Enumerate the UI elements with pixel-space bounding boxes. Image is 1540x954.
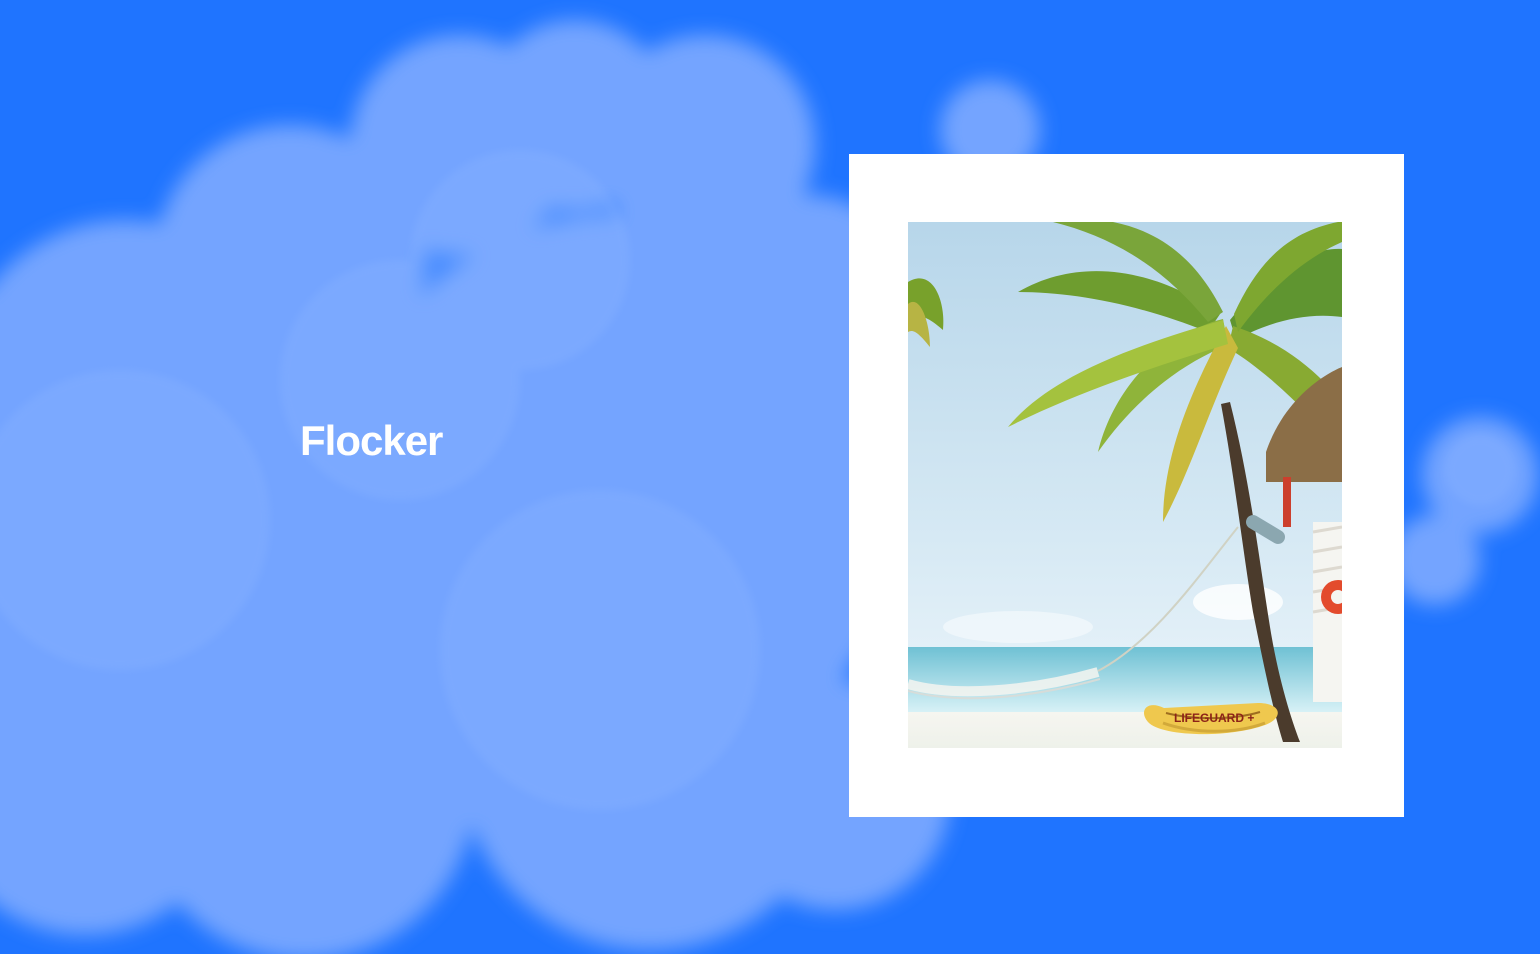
photo-frame: LIFEGUARD +: [849, 154, 1404, 817]
landing-hero: Flocker LIFEGUARD +: [0, 0, 1540, 954]
beach-photo: LIFEGUARD +: [908, 222, 1342, 748]
brand-logo[interactable]: Flocker: [300, 420, 443, 462]
board-text: LIFEGUARD +: [1174, 711, 1254, 725]
beach-image: LIFEGUARD +: [908, 222, 1342, 748]
